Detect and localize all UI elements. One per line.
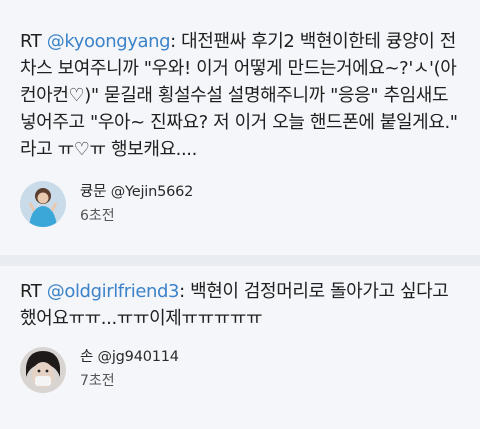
mention-link[interactable]: @oldgirlfriend3 — [47, 281, 180, 302]
tweet-card[interactable]: RT @oldgirlfriend3: 백현이 검정머리로 돌아가고 싶다고 했… — [0, 266, 480, 429]
user-name[interactable]: 큥문 @Yejin5662 — [80, 182, 193, 202]
tweet-text: RT @oldgirlfriend3: 백현이 검정머리로 돌아가고 싶다고 했… — [20, 278, 466, 332]
avatar[interactable] — [20, 347, 66, 393]
timestamp: 6초전 — [80, 208, 115, 224]
avatar-image — [20, 181, 66, 227]
rt-label: RT — [20, 31, 42, 52]
tweet-text: RT @kyoongyang: 대전팬싸 후기2 백현이한테 큥양이 전차스 보… — [20, 28, 466, 163]
user-name[interactable]: 손 @jg940114 — [80, 347, 179, 367]
mention-link[interactable]: @kyoongyang — [47, 31, 171, 52]
timestamp: 7초전 — [80, 373, 115, 389]
tweet-card[interactable]: RT @kyoongyang: 대전팬싸 후기2 백현이한테 큥양이 전차스 보… — [0, 0, 480, 255]
rt-label: RT — [20, 281, 42, 302]
avatar[interactable] — [20, 181, 66, 227]
avatar-image — [20, 347, 66, 393]
